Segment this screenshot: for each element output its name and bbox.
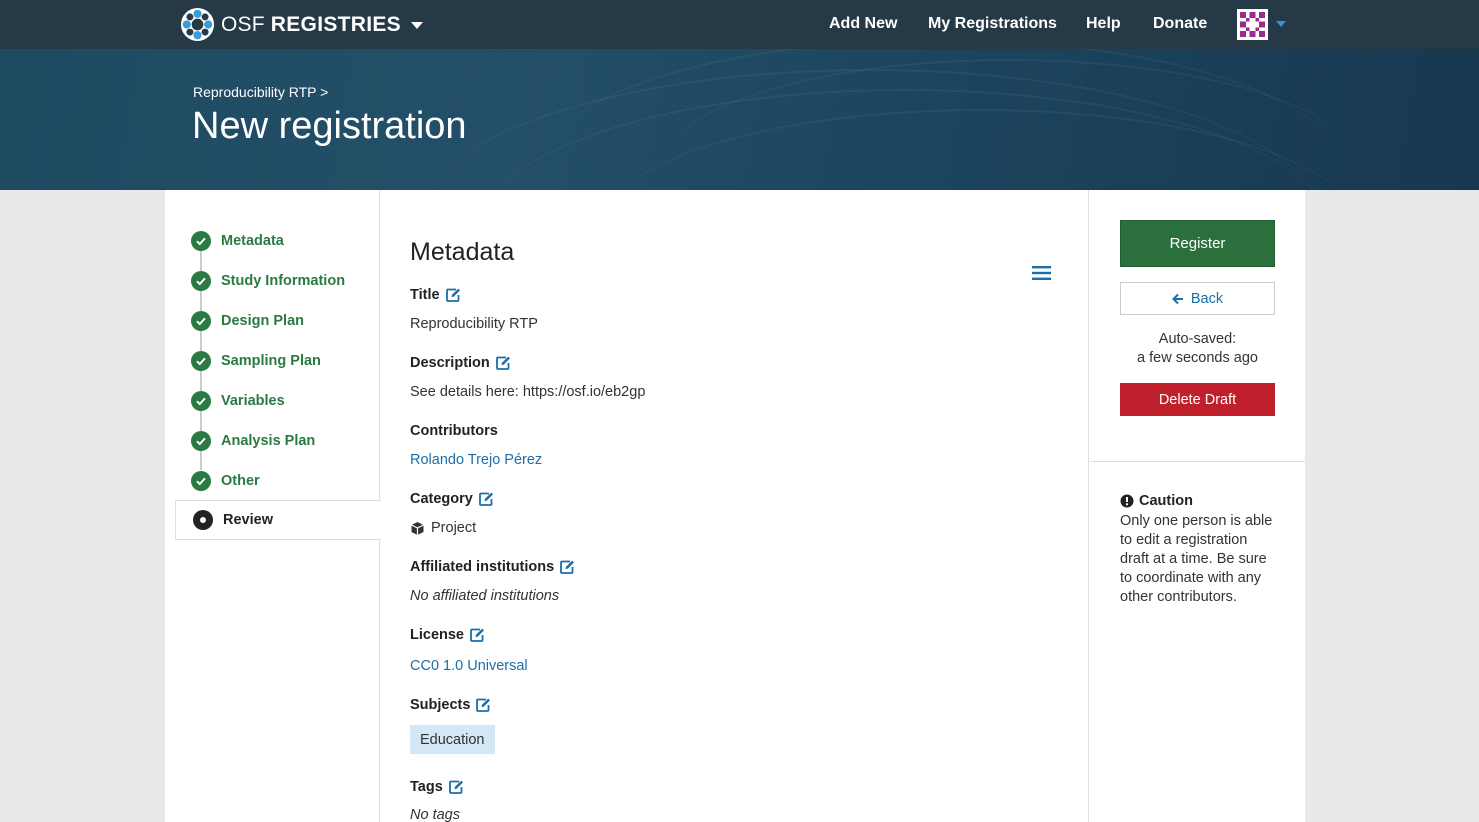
step-label: Sampling Plan xyxy=(221,353,321,369)
step-design-plan[interactable]: Design Plan xyxy=(191,311,304,331)
step-analysis-plan[interactable]: Analysis Plan xyxy=(191,431,315,451)
review-content: Metadata Title Reproducibility RTP Descr… xyxy=(381,190,1089,822)
brand-registries-text: REGISTRIES xyxy=(270,12,401,36)
nav-add-new[interactable]: Add New xyxy=(829,15,897,33)
autosave-line1: Auto-saved: xyxy=(1158,331,1237,347)
section-title: Metadata xyxy=(410,238,515,266)
contributor-link[interactable]: Rolando Trejo Pérez xyxy=(410,452,542,468)
category-text: Project xyxy=(431,520,477,536)
osf-registries-brand-menu[interactable]: OSF REGISTRIES xyxy=(180,7,423,42)
license-link[interactable]: CC0 1.0 Universal xyxy=(410,658,528,674)
field-label-text: Subjects xyxy=(410,697,471,713)
check-circle-icon xyxy=(191,471,211,491)
cube-icon xyxy=(411,521,424,535)
field-label-text: License xyxy=(410,627,464,643)
field-affiliated-label: Affiliated institutions xyxy=(410,559,575,575)
step-label: Variables xyxy=(221,393,285,409)
field-description-value: See details here: https://osf.io/eb2gp xyxy=(410,384,646,400)
field-affiliated-value: No affiliated institutions xyxy=(410,588,560,604)
field-tags-value: No tags xyxy=(410,807,460,822)
field-contributors-label: Contributors xyxy=(410,423,498,439)
delete-draft-button[interactable]: Delete Draft xyxy=(1120,383,1275,416)
current-step-dot-icon xyxy=(193,510,213,530)
check-circle-icon xyxy=(191,431,211,451)
page-title: New registration xyxy=(192,105,467,147)
step-label: Other xyxy=(221,473,260,489)
field-title-value: Reproducibility RTP xyxy=(410,316,538,332)
user-avatar[interactable] xyxy=(1237,9,1268,40)
step-label: Design Plan xyxy=(221,313,304,329)
edit-icon[interactable] xyxy=(448,779,464,795)
back-button[interactable]: Back xyxy=(1120,282,1275,315)
top-navbar: OSF REGISTRIES Add New My Registrations … xyxy=(0,0,1479,49)
caution-heading: Caution xyxy=(1120,493,1193,509)
steps-sidebar: Metadata Study Information Design Plan S… xyxy=(165,190,381,822)
step-other[interactable]: Other xyxy=(191,471,260,491)
nav-my-registrations[interactable]: My Registrations xyxy=(928,15,1057,33)
step-sampling-plan[interactable]: Sampling Plan xyxy=(191,351,321,371)
page-header-banner: Reproducibility RTP > New registration xyxy=(0,49,1479,190)
edit-icon[interactable] xyxy=(478,491,494,507)
step-label: Analysis Plan xyxy=(221,433,316,449)
step-label: Review xyxy=(223,512,273,528)
autosave-line2: a few seconds ago xyxy=(1137,350,1258,366)
field-label-text: Affiliated institutions xyxy=(410,559,555,575)
step-variables[interactable]: Variables xyxy=(191,391,285,411)
exclamation-circle-icon xyxy=(1120,494,1134,508)
brand-osf-text: OSF xyxy=(221,12,265,36)
breadcrumb[interactable]: Reproducibility RTP > xyxy=(193,84,328,100)
caution-text: Only one person is able to edit a regist… xyxy=(1120,513,1273,605)
divider xyxy=(1090,461,1305,462)
check-circle-icon xyxy=(191,391,211,411)
field-label-text: Description xyxy=(410,355,490,371)
check-circle-icon xyxy=(191,351,211,371)
hamburger-menu-icon[interactable] xyxy=(1032,265,1051,281)
registration-panel: Metadata Study Information Design Plan S… xyxy=(165,190,1305,822)
step-study-information[interactable]: Study Information xyxy=(191,271,345,291)
subject-tag: Education xyxy=(410,725,495,754)
field-subjects-label: Subjects xyxy=(410,697,491,713)
osf-logo-icon xyxy=(180,7,215,42)
field-label-text: Tags xyxy=(410,779,443,795)
step-label: Metadata xyxy=(221,233,284,249)
field-tags-label: Tags xyxy=(410,779,464,795)
check-circle-icon xyxy=(191,271,211,291)
field-label-text: Title xyxy=(410,287,440,303)
edit-icon[interactable] xyxy=(495,355,511,371)
caution-title-text: Caution xyxy=(1139,493,1193,509)
nav-donate[interactable]: Donate xyxy=(1153,15,1207,33)
nav-help[interactable]: Help xyxy=(1086,15,1121,33)
field-category-label: Category xyxy=(410,491,494,507)
field-label-text: Contributors xyxy=(410,423,498,439)
field-label-text: Category xyxy=(410,491,473,507)
field-license-label: License xyxy=(410,627,485,643)
chevron-down-icon xyxy=(410,22,423,29)
check-circle-icon xyxy=(191,311,211,331)
edit-icon[interactable] xyxy=(475,697,491,713)
caret-down-icon[interactable] xyxy=(1276,21,1286,27)
step-metadata[interactable]: Metadata xyxy=(191,231,284,251)
actions-sidebar: Register Back Auto-saved: a few seconds … xyxy=(1090,190,1305,822)
check-circle-icon xyxy=(191,231,211,251)
field-category-value: Project xyxy=(410,520,476,536)
field-description-label: Description xyxy=(410,355,511,371)
register-button[interactable]: Register xyxy=(1120,220,1275,267)
edit-icon[interactable] xyxy=(469,627,485,643)
field-title-label: Title xyxy=(410,287,461,303)
arrow-left-icon xyxy=(1171,293,1183,304)
edit-icon[interactable] xyxy=(559,559,575,575)
step-label: Study Information xyxy=(221,273,346,289)
autosave-status: Auto-saved: a few seconds ago xyxy=(1120,330,1275,368)
back-label: Back xyxy=(1190,290,1224,307)
step-review[interactable]: Review xyxy=(175,500,381,540)
edit-icon[interactable] xyxy=(445,287,461,303)
